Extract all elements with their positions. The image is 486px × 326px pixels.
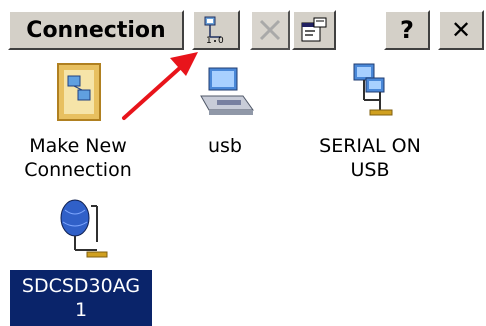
annotation-arrow [122,52,198,120]
